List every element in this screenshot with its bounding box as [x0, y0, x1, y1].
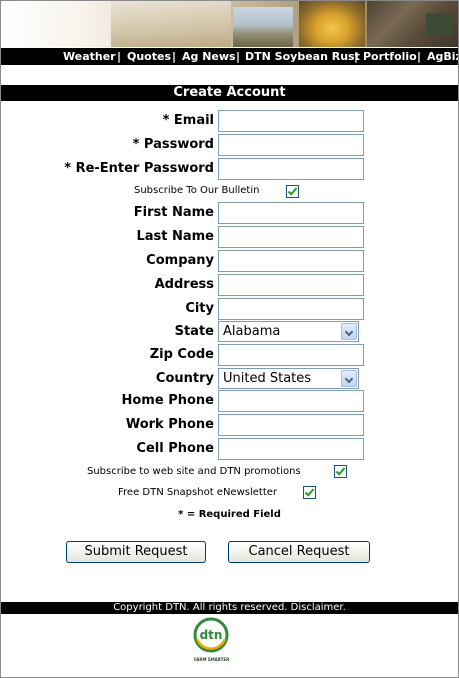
country-select[interactable]: United States — [218, 368, 359, 389]
nav-agbiz[interactable]: AgBiz — [427, 50, 458, 63]
company-label: Company — [146, 253, 214, 268]
chevron-down-icon[interactable] — [341, 370, 357, 387]
email-field[interactable] — [218, 110, 364, 132]
nav-separator: | — [417, 50, 422, 63]
address-field[interactable] — [218, 274, 364, 296]
logo-tagline: FARM SMARTER — [194, 657, 230, 662]
subscribe-bulletin-label: Subscribe To Our Bulletin — [134, 185, 260, 196]
cell-phone-label: Cell Phone — [136, 441, 214, 456]
header-banner — [1, 1, 458, 47]
chevron-down-icon[interactable] — [341, 323, 357, 340]
home-phone-label: Home Phone — [121, 393, 215, 408]
banner-tractor-photo — [426, 13, 452, 35]
subscribe-bulletin-checkbox[interactable] — [286, 185, 299, 198]
cell-phone-field[interactable] — [218, 438, 364, 460]
newsletter-checkbox[interactable] — [303, 486, 316, 499]
last-name-label: Last Name — [136, 229, 214, 244]
reenter-password-field[interactable] — [218, 158, 364, 180]
nav-ag-news[interactable]: Ag News — [182, 50, 236, 63]
nav-dtn-soybean-rust[interactable]: DTN Soybean Rust — [245, 50, 360, 63]
first-name-label: First Name — [133, 205, 214, 220]
banner-harvest-photo — [233, 7, 293, 47]
password-label: * Password — [132, 137, 214, 152]
city-label: City — [185, 301, 214, 316]
nav-portfolio[interactable]: Portfolio — [363, 50, 417, 63]
dtn-logo: dtn — [193, 617, 229, 653]
state-select[interactable]: Alabama — [218, 321, 359, 342]
banner-corn-photo — [299, 1, 365, 47]
zip-code-label: Zip Code — [149, 347, 214, 362]
logo-text: dtn — [200, 628, 223, 642]
address-label: Address — [154, 277, 214, 292]
cancel-request-button[interactable]: Cancel Request — [228, 541, 370, 563]
email-label: * Email — [162, 113, 214, 128]
top-nav: Weather | Quotes | Ag News | DTN Soybean… — [1, 48, 458, 65]
password-field[interactable] — [218, 134, 364, 156]
subscribe-promos-checkbox[interactable] — [334, 465, 347, 478]
reenter-password-label: * Re-Enter Password — [64, 161, 214, 176]
work-phone-label: Work Phone — [125, 417, 214, 432]
subscribe-promos-label: Subscribe to web site and DTN promotions — [87, 466, 301, 477]
state-label: State — [174, 324, 214, 339]
country-select-value: United States — [223, 371, 312, 386]
newsletter-label: Free DTN Snapshot eNewsletter — [118, 487, 278, 498]
zip-code-field[interactable] — [218, 344, 364, 366]
city-field[interactable] — [218, 298, 364, 320]
work-phone-field[interactable] — [218, 414, 364, 436]
required-field-note: * = Required Field — [178, 509, 281, 520]
nav-separator: | — [236, 50, 241, 63]
nav-quotes[interactable]: Quotes — [127, 50, 171, 63]
home-phone-field[interactable] — [218, 390, 364, 412]
form-title: Create Account — [1, 85, 458, 101]
nav-separator: | — [172, 50, 177, 63]
state-select-value: Alabama — [223, 324, 281, 339]
nav-separator: | — [354, 50, 359, 63]
submit-request-button[interactable]: Submit Request — [66, 541, 206, 563]
footer-copyright: Copyright DTN. All rights reserved. Disc… — [1, 602, 458, 614]
nav-weather[interactable]: Weather — [63, 50, 116, 63]
banner-field-photo — [111, 1, 231, 47]
first-name-field[interactable] — [218, 202, 364, 224]
nav-separator: | — [117, 50, 122, 63]
last-name-field[interactable] — [218, 226, 364, 248]
company-field[interactable] — [218, 250, 364, 272]
country-label: Country — [155, 371, 214, 386]
